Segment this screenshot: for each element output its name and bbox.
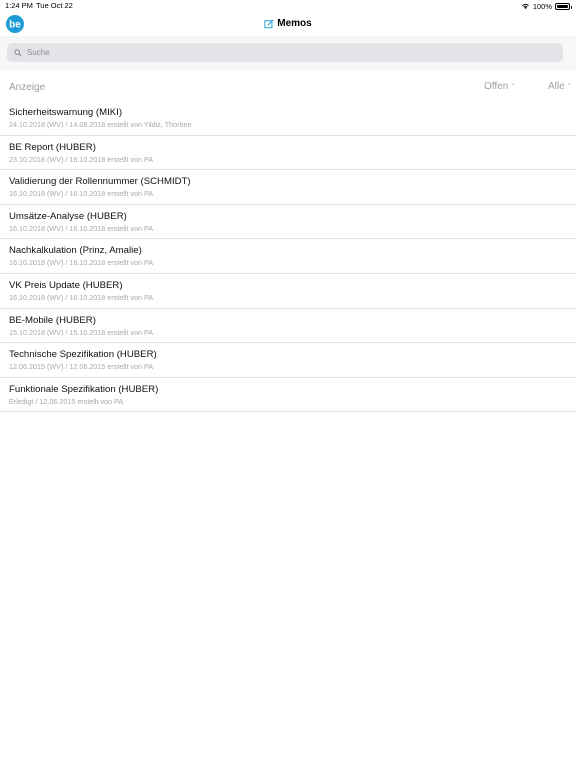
- status-time: 1:24 PM: [5, 1, 33, 10]
- memo-subtitle: 16.10.2018 (WV) / 16.10.2018 erstellt vo…: [9, 223, 154, 233]
- list-item[interactable]: Sicherheitswarnung (MIKI) 24.10.2018 (WV…: [0, 101, 576, 136]
- page-title: Memos: [0, 18, 576, 29]
- list-item[interactable]: VK Preis Update (HUBER) 16.10.2018 (WV) …: [0, 274, 576, 309]
- list-item[interactable]: Umsätze-Analyse (HUBER) 16.10.2018 (WV) …: [0, 205, 576, 240]
- status-filter-dropdown[interactable]: Offen ⌄: [484, 81, 515, 92]
- memo-subtitle: 16.10.2018 (WV) / 16.10.2018 erstellt vo…: [9, 189, 154, 199]
- list-item[interactable]: Funktionale Spezifikation (HUBER) Erledi…: [0, 378, 576, 413]
- status-date: Tue Oct 22: [36, 1, 73, 10]
- memo-subtitle: 24.10.2018 (WV) / 14.08.2018 erstellt vo…: [9, 120, 192, 129]
- memo-subtitle: 16.10.2018 (WV) / 16.10.2018 erstellt vo…: [9, 292, 154, 302]
- list-header: Anzeige Offen ⌄ Alle ⌄: [0, 78, 576, 98]
- wifi-icon: [521, 3, 529, 9]
- page-title-text: Memos: [277, 18, 312, 29]
- scope-filter-value: Alle: [548, 81, 565, 92]
- memo-title: BE-Mobile (HUBER): [9, 314, 96, 326]
- chevron-down-icon: ⌄: [566, 81, 572, 87]
- search-area: [0, 36, 576, 70]
- search-input[interactable]: [27, 48, 527, 57]
- memo-title: Umsätze-Analyse (HUBER): [9, 210, 127, 222]
- battery-icon: [555, 2, 572, 10]
- memo-subtitle: 23.10.2018 (WV) / 16.10.2018 erstellt vo…: [9, 154, 154, 164]
- memo-title: VK Preis Update (HUBER): [9, 279, 123, 291]
- memo-title: Validierung der Rollennummer (SCHMIDT): [9, 176, 191, 188]
- memo-list: Sicherheitswarnung (MIKI) 24.10.2018 (WV…: [0, 101, 576, 413]
- memo-title: BE Report (HUBER): [9, 141, 96, 153]
- list-item[interactable]: Validierung der Rollennummer (SCHMIDT) 1…: [0, 170, 576, 205]
- search-icon: [14, 48, 22, 57]
- memo-title: Sicherheitswarnung (MIKI): [9, 107, 123, 118]
- list-item[interactable]: BE Report (HUBER) 23.10.2018 (WV) / 16.1…: [0, 136, 576, 171]
- chevron-down-icon: ⌄: [510, 81, 516, 87]
- scope-filter-dropdown[interactable]: Alle ⌄: [548, 81, 572, 92]
- memo-edit-icon: [264, 19, 274, 28]
- status-filter-value: Offen: [484, 81, 509, 92]
- memo-subtitle: 15.10.2018 (WV) / 15.10.2018 erstellt vo…: [9, 327, 154, 337]
- memo-subtitle: 12.06.2015 (WV) / 12.06.2015 erstellt vo…: [9, 362, 154, 372]
- list-item[interactable]: BE-Mobile (HUBER) 15.10.2018 (WV) / 15.1…: [0, 309, 576, 344]
- status-indicators: 100%: [521, 0, 572, 12]
- list-item[interactable]: Technische Spezifikation (HUBER) 12.06.2…: [0, 343, 576, 378]
- memo-subtitle: 16.10.2018 (WV) / 16.10.2018 erstellt vo…: [9, 258, 154, 268]
- memo-title: Funktionale Spezifikation (HUBER): [9, 383, 159, 395]
- list-item[interactable]: Nachkalkulation (Prinz, Amalie) 16.10.20…: [0, 239, 576, 274]
- status-bar: 1:24 PM Tue Oct 22 100%: [0, 0, 576, 12]
- battery-percentage: 100%: [532, 1, 552, 11]
- memo-title: Technische Spezifikation (HUBER): [9, 349, 157, 361]
- list-header-label: Anzeige: [9, 82, 46, 93]
- search-bar[interactable]: [7, 43, 563, 62]
- memo-subtitle: Erledigt / 12.06.2015 erstellt von PA: [9, 396, 124, 406]
- memo-title: Nachkalkulation (Prinz, Amalie): [9, 245, 142, 257]
- navigation-bar: be Memos: [0, 12, 576, 36]
